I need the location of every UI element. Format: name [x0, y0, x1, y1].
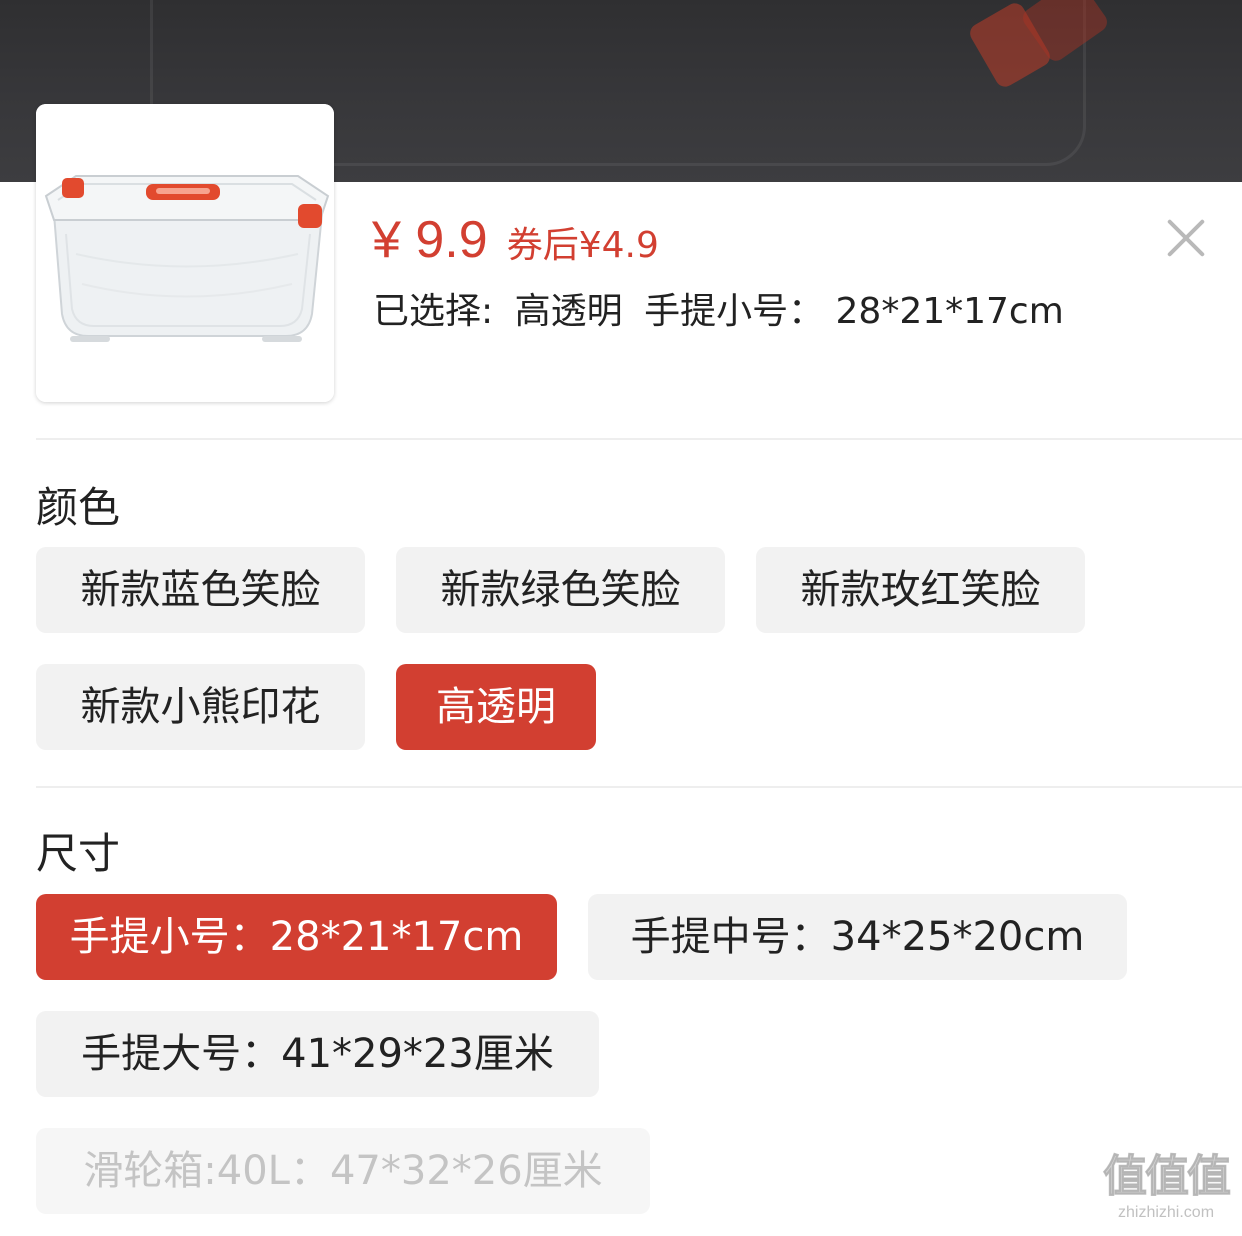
storage-box-image	[36, 104, 334, 402]
selected-summary: 已选择: 高透明 手提小号： 28*21*17cm	[373, 282, 1064, 334]
price: ¥ 9.9	[372, 211, 488, 269]
color-option-bear-print[interactable]: 新款小熊印花	[36, 664, 365, 750]
selected-color: 高透明	[514, 291, 623, 332]
price-row: ¥ 9.9 券后¥4.9	[372, 210, 659, 270]
size-option-trolley-40l: 滑轮箱:40L：47*32*26厘米	[36, 1128, 650, 1214]
watermark-domain: zhizhizhi.com	[1117, 1204, 1215, 1221]
size-option-small[interactable]: 手提小号：28*21*17cm	[36, 894, 557, 980]
color-option-blue-smile[interactable]: 新款蓝色笑脸	[36, 547, 365, 633]
selected-prefix: 已选择:	[373, 291, 494, 332]
color-option-rose-smile[interactable]: 新款玫红笑脸	[756, 547, 1085, 633]
watermark-logo: 值值值	[1103, 1151, 1232, 1203]
size-option-large[interactable]: 手提大号：41*29*23厘米	[36, 1011, 599, 1097]
color-option-clear[interactable]: 高透明	[396, 664, 596, 750]
divider	[36, 786, 1242, 788]
selected-size: 手提小号： 28*21*17cm	[644, 291, 1064, 332]
product-thumbnail[interactable]	[36, 104, 334, 402]
size-option-medium[interactable]: 手提中号：34*25*20cm	[588, 894, 1127, 980]
color-option-green-smile[interactable]: 新款绿色笑脸	[396, 547, 725, 633]
size-section-title: 尺寸	[36, 829, 121, 878]
coupon-price: 券后¥4.9	[506, 225, 659, 266]
close-icon[interactable]	[1164, 216, 1208, 260]
site-watermark: 值值值 zhizhizhi.com	[1092, 1150, 1240, 1236]
divider	[36, 438, 1242, 440]
color-section-title: 颜色	[36, 483, 121, 532]
